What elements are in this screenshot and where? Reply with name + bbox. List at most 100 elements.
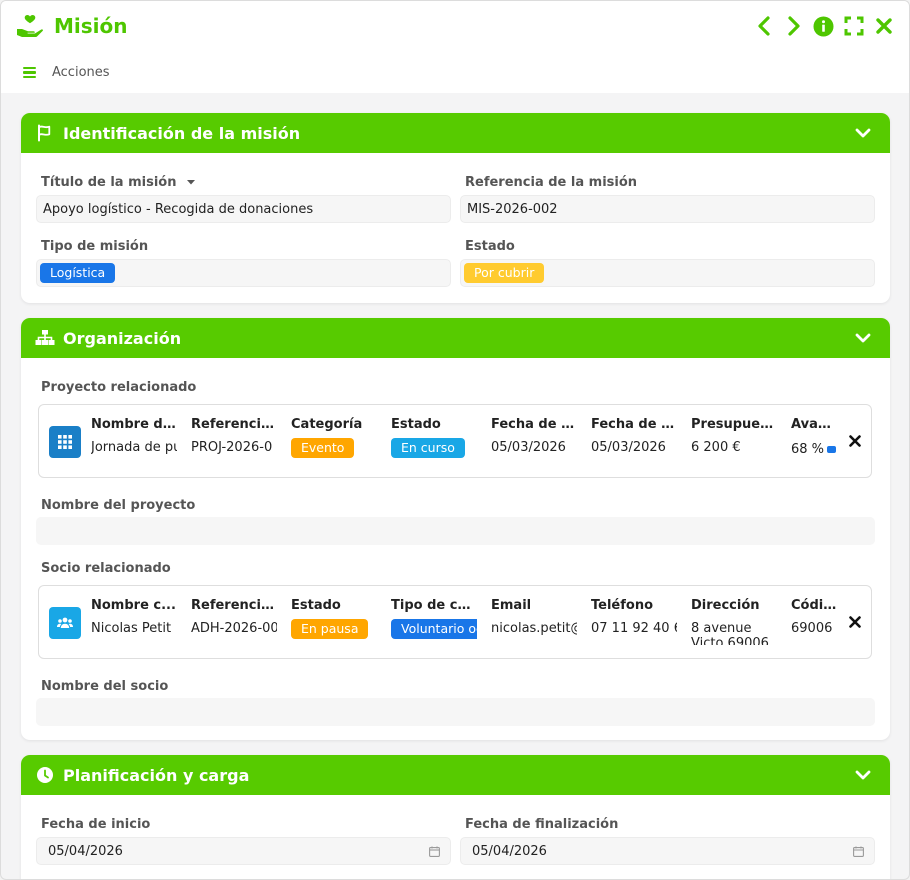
project-col-reference: Referencia... PROJ-2026-0	[191, 417, 277, 455]
chevron-down-icon[interactable]	[855, 330, 871, 346]
related-project-label: Proyecto relacionado	[41, 380, 197, 395]
project-status-badge: En curso	[391, 438, 465, 458]
mission-window: Misión Acciones Identificación de la mis…	[0, 0, 910, 880]
info-button[interactable]	[813, 15, 834, 37]
mission-title-label: Título de la misión	[41, 175, 196, 190]
project-start-date-value: 05/03/2026	[491, 440, 566, 455]
project-end-date-value: 05/03/2026	[591, 440, 666, 455]
expand-icon	[844, 16, 863, 36]
users-icon	[49, 607, 81, 639]
project-col-name: Nombre d... Jornada de pu	[91, 417, 177, 455]
project-category-badge: Evento	[291, 438, 355, 458]
member-address-value: 8 avenue Victo 69006 Lyon	[691, 621, 769, 645]
member-contact-type-badge: Voluntario oc	[391, 619, 477, 639]
actions-label: Acciones	[52, 65, 110, 80]
column-header: Tipo de co...	[391, 598, 477, 613]
related-member-label: Socio relacionado	[41, 561, 171, 576]
identification-section: Identificación de la misión Título de la…	[21, 113, 890, 303]
related-member-card[interactable]: Nombre c... Nicolas Petit Referencia... …	[38, 585, 872, 659]
member-col-contact-type: Tipo de co... Voluntario oc	[391, 598, 477, 639]
member-email-value: nicolas.petit@	[491, 621, 577, 636]
mission-type-badge: Logística	[40, 263, 116, 283]
column-header: Presupues...	[691, 417, 777, 432]
member-col-name: Nombre c... Nicolas Petit	[91, 598, 177, 636]
window-title-group: Misión	[16, 12, 128, 40]
hand-heart-icon	[17, 15, 43, 37]
start-date-input[interactable]: 05/04/2026	[36, 837, 451, 865]
project-col-status: Estado En curso	[391, 417, 479, 458]
project-progress-value: 68 %	[791, 442, 825, 457]
close-icon	[875, 18, 892, 34]
mission-title-label-text: Título de la misión	[41, 175, 177, 190]
caret-down-icon[interactable]	[186, 178, 196, 186]
member-col-email: Email nicolas.petit@	[491, 598, 577, 636]
member-col-status: Estado En pausa	[291, 598, 379, 639]
chevron-right-icon	[787, 16, 800, 36]
column-header: Referencia...	[191, 417, 277, 432]
chevron-down-icon[interactable]	[855, 125, 871, 141]
mission-type-field[interactable]: Logística	[36, 259, 451, 287]
project-col-progress: Avance 68 %	[791, 417, 837, 457]
flag-icon	[35, 123, 55, 143]
column-header: Fecha de i...	[491, 417, 577, 432]
related-project-card[interactable]: Nombre d... Jornada de pu Referencia... …	[38, 404, 872, 478]
progress-bar	[827, 446, 837, 453]
project-grid-icon	[49, 426, 81, 458]
calendar-icon[interactable]	[429, 846, 440, 857]
column-header: Avance	[791, 417, 837, 432]
close-icon	[849, 616, 861, 628]
project-col-start-date: Fecha de i... 05/03/2026	[491, 417, 577, 455]
project-reference-value: PROJ-2026-0	[191, 440, 273, 455]
start-date-value: 05/04/2026	[48, 843, 123, 859]
column-header: Nombre c...	[91, 598, 176, 613]
project-col-end-date: Fecha de f... 05/03/2026	[591, 417, 677, 455]
section-title: Identificación de la misión	[63, 123, 301, 143]
column-header: Código	[791, 598, 837, 613]
project-name-field[interactable]	[36, 517, 875, 545]
column-header: Dirección	[691, 598, 760, 613]
mission-reference-field[interactable]: MIS-2026-002	[460, 195, 875, 223]
column-header: Categoría	[291, 417, 363, 432]
column-header: Estado	[291, 598, 341, 613]
close-icon	[849, 435, 861, 447]
organization-section-header[interactable]: Organización	[21, 318, 890, 358]
member-name-field[interactable]	[36, 698, 875, 726]
project-col-budget: Presupues... 6 200 €	[691, 417, 777, 455]
member-name-label: Nombre del socio	[41, 679, 169, 694]
identification-section-header[interactable]: Identificación de la misión	[21, 113, 890, 153]
info-icon	[813, 16, 834, 36]
column-header: Teléfono	[591, 598, 654, 613]
mission-title-field[interactable]: Apoyo logístico - Recogida de donaciones	[36, 195, 451, 223]
remove-project-button[interactable]	[847, 433, 863, 449]
fullscreen-button[interactable]	[843, 15, 864, 37]
end-date-input[interactable]: 05/04/2026	[460, 837, 875, 865]
mission-status-field[interactable]: Por cubrir	[460, 259, 875, 287]
project-name-label: Nombre del proyecto	[41, 498, 196, 513]
window-title: Misión	[54, 14, 128, 38]
planning-section-header[interactable]: Planificación y carga	[21, 755, 890, 795]
close-button[interactable]	[873, 15, 894, 37]
remove-member-button[interactable]	[847, 614, 863, 630]
project-name-value: Jornada de pu	[91, 440, 177, 455]
member-phone-value: 07 11 92 40 68	[591, 621, 677, 636]
hamburger-icon	[23, 66, 36, 79]
organization-section: Organización Proyecto relacionado Nombre…	[21, 318, 890, 740]
end-date-label: Fecha de finalización	[465, 817, 619, 832]
sitemap-icon	[35, 328, 55, 348]
column-header: Fecha de f...	[591, 417, 677, 432]
member-col-phone: Teléfono 07 11 92 40 68	[591, 598, 677, 636]
project-col-category: Categoría Evento	[291, 417, 379, 458]
next-button[interactable]	[783, 15, 804, 37]
column-header: Referencia...	[191, 598, 277, 613]
member-postal-code-value: 69006	[791, 621, 833, 636]
calendar-icon[interactable]	[853, 846, 864, 857]
previous-button[interactable]	[753, 15, 774, 37]
mission-reference-value: MIS-2026-002	[467, 201, 558, 217]
member-col-address: Dirección 8 avenue Victo 69006 Lyon	[691, 598, 777, 645]
mission-title-value: Apoyo logístico - Recogida de donaciones	[43, 201, 314, 217]
member-status-badge: En pausa	[291, 619, 369, 639]
clock-icon	[35, 765, 55, 785]
start-date-label: Fecha de inicio	[41, 817, 151, 832]
actions-menu[interactable]: Acciones	[23, 65, 110, 80]
chevron-down-icon[interactable]	[855, 767, 871, 783]
